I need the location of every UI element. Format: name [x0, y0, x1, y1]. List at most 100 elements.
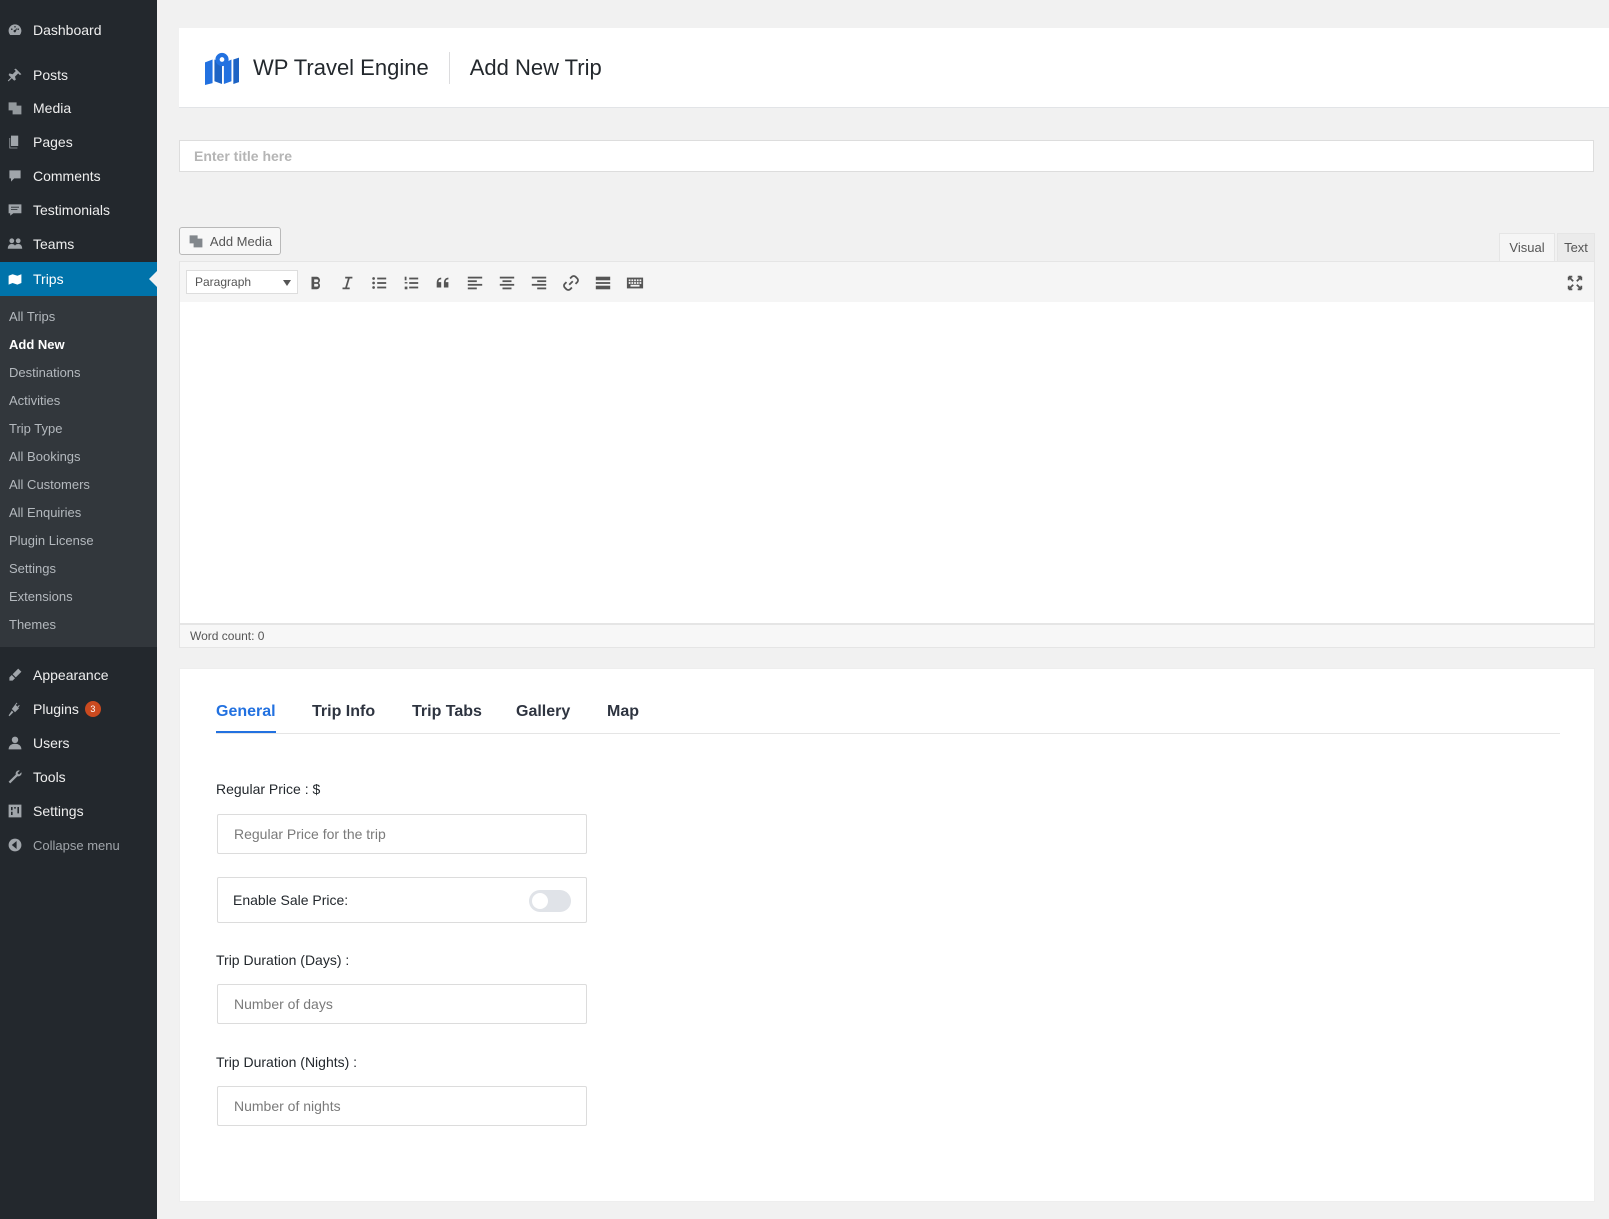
- submenu-activities[interactable]: Activities: [9, 393, 60, 408]
- sidebar-item-trips[interactable]: Trips: [0, 262, 157, 296]
- dashboard-icon: [7, 22, 23, 38]
- brush-icon: [7, 667, 23, 683]
- collapse-icon: [7, 837, 23, 853]
- sidebar-item-label: Media: [33, 100, 72, 116]
- format-select-value: Paragraph: [195, 275, 252, 289]
- collapse-menu-button[interactable]: Collapse menu: [0, 828, 157, 862]
- sidebar-item-tools[interactable]: Tools: [0, 760, 157, 794]
- sidebar-item-teams[interactable]: Teams: [0, 227, 157, 261]
- sidebar-item-plugins[interactable]: Plugins 3: [0, 692, 157, 726]
- map-icon: [7, 271, 23, 287]
- header-divider: [448, 51, 450, 84]
- sidebar-item-dashboard[interactable]: Dashboard: [0, 13, 157, 47]
- add-media-button[interactable]: Add Media: [179, 227, 281, 255]
- sidebar-item-pages[interactable]: Pages: [0, 125, 157, 159]
- sidebar-item-label: Teams: [33, 236, 75, 252]
- editor-tab-visual[interactable]: Visual: [1499, 233, 1555, 261]
- align-left-icon: [467, 276, 483, 290]
- editor-toolbar: Paragraph: [179, 261, 1595, 303]
- insert-link-button[interactable]: [559, 271, 583, 295]
- italic-button[interactable]: [335, 271, 359, 295]
- read-more-button[interactable]: [591, 271, 615, 295]
- tab-general[interactable]: General: [216, 703, 276, 733]
- sidebar-item-settings[interactable]: Settings: [0, 794, 157, 828]
- align-right-icon: [531, 276, 547, 290]
- bold-button[interactable]: [304, 271, 328, 295]
- sidebar-item-testimonials[interactable]: Testimonials: [0, 193, 157, 227]
- sidebar-item-label: Trips: [33, 271, 64, 287]
- sidebar-item-comments[interactable]: Comments: [0, 159, 157, 193]
- teams-icon: [7, 236, 23, 252]
- align-left-button[interactable]: [463, 271, 487, 295]
- blockquote-button[interactable]: [431, 271, 455, 295]
- sale-price-toggle[interactable]: [529, 890, 571, 912]
- regular-price-input[interactable]: [217, 814, 587, 854]
- user-icon: [7, 735, 23, 751]
- sidebar-item-label: Testimonials: [33, 202, 111, 218]
- media-icon: [189, 235, 203, 248]
- trip-title-input[interactable]: [179, 140, 1594, 172]
- align-right-button[interactable]: [527, 271, 551, 295]
- duration-nights-label: Trip Duration (Nights) :: [216, 1054, 358, 1070]
- editor-content-area[interactable]: [179, 302, 1595, 624]
- editor-tab-text[interactable]: Text: [1557, 233, 1595, 261]
- wrench-icon: [7, 769, 23, 785]
- tab-gallery[interactable]: Gallery: [516, 703, 570, 731]
- sidebar-item-label: Posts: [33, 67, 69, 83]
- submenu-settings[interactable]: Settings: [9, 561, 56, 576]
- toolbar-toggle-button[interactable]: [623, 271, 647, 295]
- brand-name: WP Travel Engine: [253, 54, 429, 80]
- sidebar-item-media[interactable]: Media: [0, 91, 157, 125]
- testimonial-icon: [7, 202, 23, 218]
- sidebar-item-label: Settings: [33, 803, 84, 819]
- bold-icon: [311, 276, 320, 290]
- regular-price-label: Regular Price : $: [216, 781, 321, 797]
- settings-icon: [7, 803, 23, 819]
- italic-icon: [342, 276, 353, 290]
- tab-map[interactable]: Map: [607, 703, 639, 731]
- submenu-all-enquiries[interactable]: All Enquiries: [9, 505, 81, 520]
- format-select[interactable]: Paragraph: [186, 270, 298, 294]
- sidebar-item-label: Comments: [33, 168, 101, 184]
- tab-trip-tabs[interactable]: Trip Tabs: [412, 703, 482, 731]
- tab-trip-info[interactable]: Trip Info: [312, 703, 375, 731]
- sidebar-item-users[interactable]: Users: [0, 726, 157, 760]
- plugins-update-badge: 3: [84, 701, 101, 717]
- duration-nights-input[interactable]: [217, 1086, 587, 1126]
- page-header: WP Travel Engine Add New Trip: [179, 28, 1609, 108]
- bullet-list-icon: [372, 277, 387, 289]
- sidebar-item-label: Users: [33, 735, 70, 751]
- sidebar-item-label: Tools: [33, 769, 66, 785]
- blockquote-icon: [436, 277, 449, 288]
- submenu-add-new[interactable]: Add New: [9, 337, 65, 352]
- read-more-icon: [595, 276, 611, 290]
- media-icon: [7, 100, 23, 116]
- submenu-all-customers[interactable]: All Customers: [9, 477, 90, 492]
- submenu-themes[interactable]: Themes: [9, 617, 56, 632]
- pin-icon: [7, 67, 23, 83]
- submenu-trip-type[interactable]: Trip Type: [9, 421, 62, 436]
- numbered-list-button[interactable]: [399, 271, 423, 295]
- sidebar-item-label: Pages: [33, 134, 73, 150]
- submenu-plugin-license[interactable]: Plugin License: [9, 533, 94, 548]
- sidebar-item-appearance[interactable]: Appearance: [0, 658, 157, 692]
- bullet-list-button[interactable]: [367, 271, 391, 295]
- submenu-all-trips[interactable]: All Trips: [9, 309, 55, 324]
- sidebar-item-posts[interactable]: Posts: [0, 58, 157, 92]
- pages-icon: [7, 134, 23, 150]
- admin-sidebar: Dashboard Posts Media Pages Comments Tes…: [0, 0, 157, 1219]
- submenu-destinations[interactable]: Destinations: [9, 365, 81, 380]
- duration-days-input[interactable]: [217, 984, 587, 1024]
- align-center-button[interactable]: [495, 271, 519, 295]
- add-media-label: Add Media: [209, 233, 273, 249]
- fullscreen-button[interactable]: [1563, 271, 1587, 295]
- trip-settings-panel: General Trip Info Trip Tabs Gallery Map …: [179, 668, 1595, 1202]
- collapse-menu-label: Collapse menu: [33, 837, 120, 853]
- link-icon: [563, 275, 579, 291]
- sidebar-item-label: Appearance: [33, 667, 109, 683]
- submenu-all-bookings[interactable]: All Bookings: [9, 449, 81, 464]
- toggle-knob: [532, 893, 548, 909]
- fullscreen-icon: [1567, 275, 1583, 291]
- submenu-extensions[interactable]: Extensions: [9, 589, 73, 604]
- page-title: Add New Trip: [469, 54, 602, 80]
